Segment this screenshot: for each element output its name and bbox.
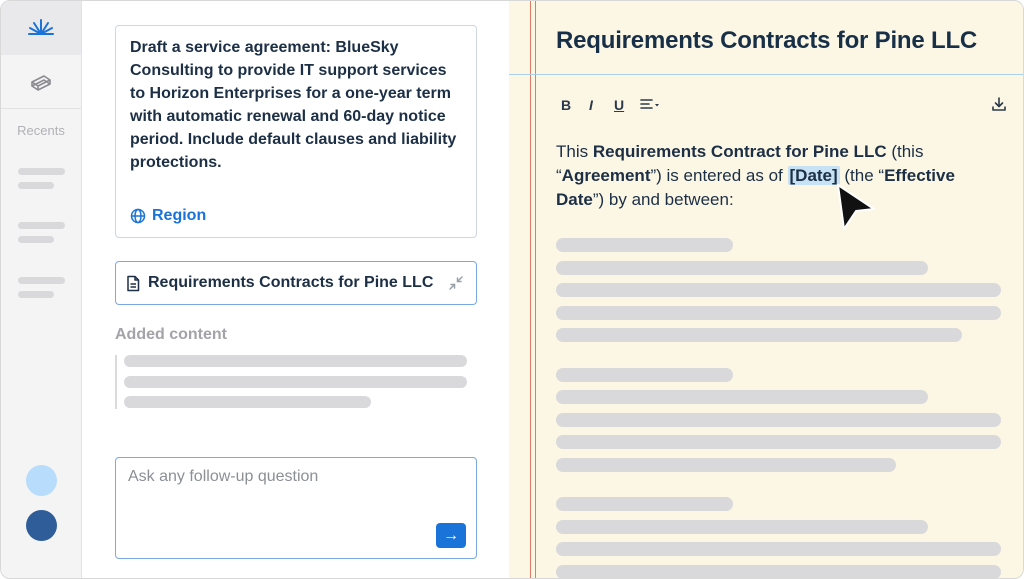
region-label: Region	[152, 207, 207, 224]
recents-label: Recents	[17, 123, 65, 138]
intro-text: ”) is entered as of	[650, 166, 788, 185]
logo-icon	[28, 19, 54, 35]
text-placeholder-line	[556, 328, 962, 342]
document-intro[interactable]: This Requirements Contract for Pine LLC …	[556, 140, 986, 212]
mouse-pointer-icon	[837, 184, 875, 230]
followup-input[interactable]	[128, 468, 458, 486]
text-placeholder-line	[556, 565, 1001, 578]
date-placeholder[interactable]: [Date]	[787, 166, 840, 185]
prompt-text: Draft a service agreement: BlueSky Consu…	[130, 39, 457, 171]
recent-item-placeholder	[18, 291, 54, 298]
text-placeholder-line	[556, 497, 733, 511]
document-icon	[127, 275, 140, 291]
download-button[interactable]	[991, 96, 1007, 117]
content-placeholder-line	[124, 396, 371, 408]
recent-item-placeholder	[18, 182, 54, 189]
content-placeholder-line	[124, 355, 467, 367]
bold-button[interactable]: B	[561, 97, 571, 113]
globe-icon	[130, 208, 146, 224]
send-button[interactable]: →	[436, 523, 466, 548]
region-button[interactable]: Region	[130, 207, 206, 225]
title-divider	[509, 74, 1023, 75]
user-avatar[interactable]	[26, 510, 57, 541]
intro-text: This	[556, 142, 593, 161]
document-panel: Requirements Contracts for Pine LLC B I …	[509, 1, 1023, 578]
recent-item-placeholder[interactable]	[18, 168, 65, 175]
text-placeholder-line	[556, 458, 896, 472]
text-placeholder-line	[556, 435, 1001, 449]
stack-icon	[31, 75, 51, 91]
text-placeholder-line	[556, 520, 928, 534]
intro-text: ”) by and between:	[592, 190, 734, 209]
quote-bar	[115, 355, 117, 409]
library-nav-button[interactable]	[1, 61, 81, 105]
text-placeholder-line	[556, 413, 1001, 427]
underline-button[interactable]: U	[614, 97, 624, 113]
contract-name: Requirements Contract for Pine LLC	[592, 142, 887, 161]
text-placeholder-line	[556, 261, 928, 275]
text-placeholder-line	[556, 542, 1001, 556]
text-placeholder-line	[556, 390, 928, 404]
arrow-right-icon: →	[443, 526, 459, 544]
followup-box: →	[115, 457, 477, 559]
margin-line	[535, 1, 536, 578]
prompt-card: Draft a service agreement: BlueSky Consu…	[115, 25, 477, 238]
logo[interactable]	[1, 1, 81, 55]
sidebar: Recents	[1, 1, 82, 578]
align-dropdown[interactable]	[640, 98, 660, 115]
text-placeholder-line	[556, 368, 733, 382]
collapse-icon[interactable]	[448, 275, 464, 291]
recent-item-placeholder[interactable]	[18, 222, 65, 229]
recent-item-placeholder[interactable]	[18, 277, 65, 284]
avatar[interactable]	[26, 465, 57, 496]
download-icon	[992, 97, 1006, 111]
agreement-term: Agreement	[561, 166, 651, 185]
text-placeholder-line	[556, 283, 1001, 297]
attached-document[interactable]: Requirements Contracts for Pine LLC	[115, 261, 477, 305]
align-left-icon	[640, 99, 659, 109]
text-placeholder-line	[556, 306, 1001, 320]
added-content-label: Added content	[115, 326, 227, 343]
content-placeholder-line	[124, 376, 467, 388]
recent-item-placeholder	[18, 236, 54, 243]
text-placeholder-line	[556, 238, 733, 252]
margin-line	[530, 1, 531, 578]
app-window: Recents Draft a service agreement: BlueS…	[0, 0, 1024, 579]
italic-button[interactable]: I	[589, 97, 593, 113]
document-title: Requirements Contracts for Pine LLC	[556, 27, 978, 54]
attached-document-title: Requirements Contracts for Pine LLC	[148, 274, 434, 291]
sidebar-divider	[1, 108, 81, 109]
